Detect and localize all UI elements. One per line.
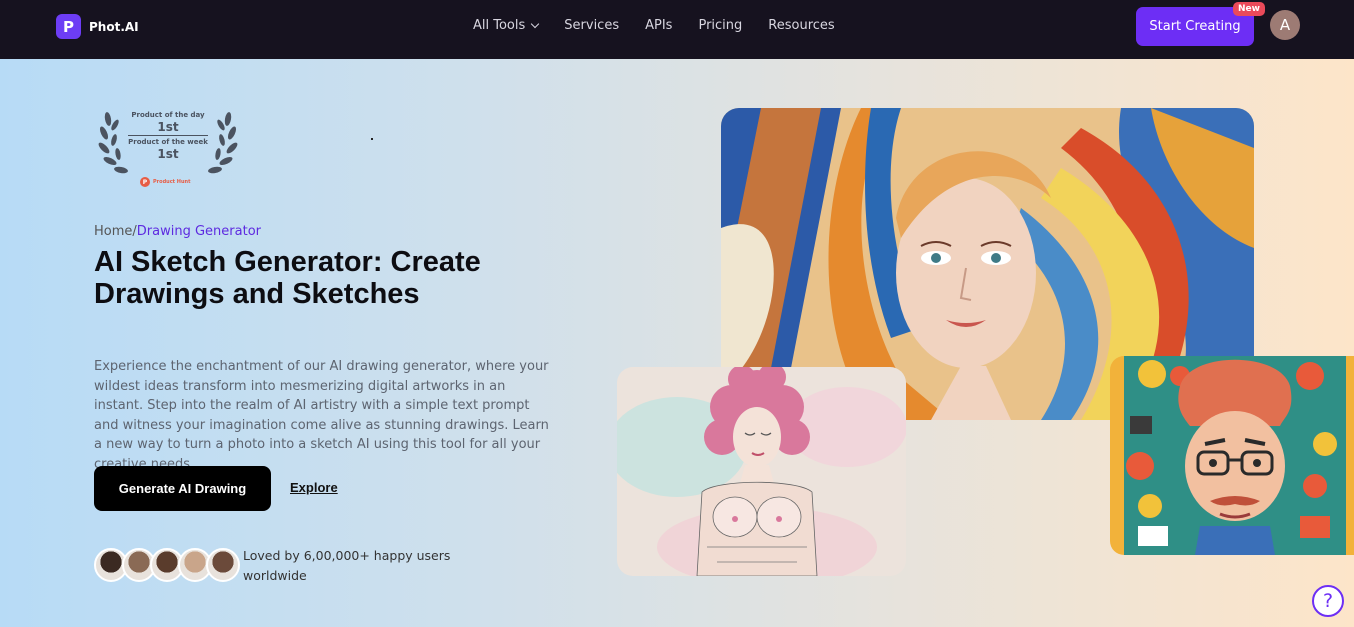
breadcrumb: Home/Drawing Generator <box>94 224 261 239</box>
generate-ai-drawing-button[interactable]: Generate AI Drawing <box>94 466 271 511</box>
page-title: AI Sketch Generator: Create Drawings and… <box>94 246 481 310</box>
menu-pricing[interactable]: Pricing <box>698 18 742 33</box>
award-week-rank: 1st <box>157 147 179 161</box>
logo-mark: P <box>56 14 81 39</box>
breadcrumb-current[interactable]: Drawing Generator <box>137 224 261 239</box>
menu-all-tools[interactable]: All Tools <box>473 18 540 33</box>
chevron-down-icon <box>531 19 540 29</box>
hero-image-pop-art <box>1110 356 1354 555</box>
product-hunt-label: Product Hunt <box>153 179 191 185</box>
top-navbar: P Phot.AI All Tools Services APIs Pricin… <box>0 0 1354 59</box>
main-menu: All Tools Services APIs Pricing Resource… <box>473 18 835 33</box>
social-proof-text: Loved by 6,00,000+ happy users worldwide <box>243 548 451 583</box>
logo-text: Phot.AI <box>89 19 139 34</box>
product-hunt-award: Product of the day 1st Product of the we… <box>98 107 238 192</box>
product-hunt-icon: P <box>140 177 150 187</box>
menu-resources[interactable]: Resources <box>768 18 834 33</box>
award-day-label: Product of the day <box>131 111 205 119</box>
menu-services[interactable]: Services <box>564 18 619 33</box>
hero-image-pink-sketch <box>617 367 906 576</box>
menu-all-tools-label: All Tools <box>473 18 526 33</box>
menu-apis[interactable]: APIs <box>645 18 672 33</box>
award-divider <box>128 135 208 136</box>
pop-art-artwork <box>1110 356 1354 555</box>
stray-dot <box>371 138 373 140</box>
user-avatar[interactable]: A <box>1270 10 1300 40</box>
sketch-artwork <box>617 367 906 576</box>
logo[interactable]: P Phot.AI <box>56 14 139 39</box>
new-badge: New <box>1233 2 1265 16</box>
award-day-rank: 1st <box>157 120 179 134</box>
avatar <box>206 548 240 582</box>
award-text: Product of the day 1st Product of the we… <box>120 111 216 161</box>
explore-link[interactable]: Explore <box>290 480 338 495</box>
help-icon[interactable]: ? <box>1312 585 1344 617</box>
hero-description: Experience the enchantment of our AI dra… <box>94 359 549 472</box>
product-hunt-source: P Product Hunt <box>140 177 191 187</box>
award-week-label: Product of the week <box>128 138 208 146</box>
breadcrumb-home[interactable]: Home <box>94 224 132 239</box>
user-avatars <box>94 548 240 582</box>
